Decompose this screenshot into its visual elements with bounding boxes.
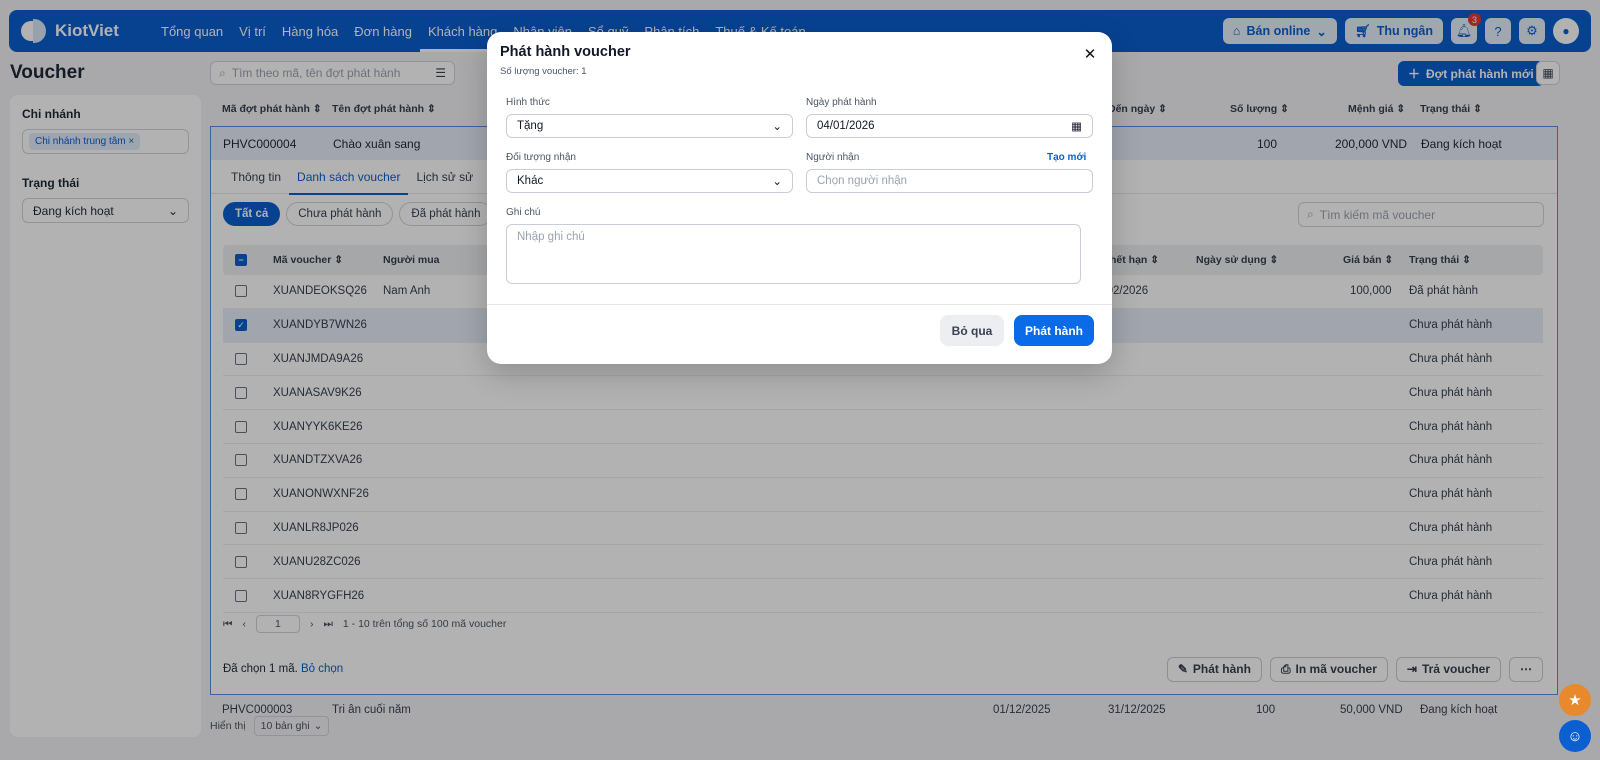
support-fab[interactable]: ☺ [1559, 720, 1591, 752]
note-placeholder: Nhập ghi chú [517, 231, 585, 243]
create-recipient-link[interactable]: Tạo mới [1047, 152, 1086, 163]
modal-divider [487, 304, 1112, 305]
recipient-placeholder: Chọn người nhận [817, 175, 908, 187]
modal-subtitle: Số lượng voucher: 1 [500, 66, 587, 77]
note-textarea[interactable]: Nhập ghi chú [506, 224, 1081, 284]
chevron-down-icon: ⌄ [772, 121, 782, 133]
chevron-down-icon: ⌄ [772, 176, 782, 188]
issue-date-input[interactable]: 04/01/2026 ▦ [806, 114, 1093, 138]
note-label: Ghi chú [506, 207, 541, 218]
recipient-label: Người nhận [806, 152, 860, 163]
form-type-value: Tặng [517, 120, 544, 132]
cancel-button[interactable]: Bỏ qua [940, 315, 1004, 346]
star-icon: ★ [1568, 692, 1582, 709]
target-select[interactable]: Khác ⌄ [506, 169, 793, 193]
issue-voucher-modal: Phát hành voucher Số lượng voucher: 1 ✕ … [487, 32, 1112, 364]
calendar-icon[interactable]: ▦ [1071, 119, 1082, 133]
issue-date-label: Ngày phát hành [806, 97, 877, 108]
target-value: Khác [517, 175, 544, 187]
form-type-label: Hình thức [506, 97, 550, 108]
issue-date-value: 04/01/2026 [817, 120, 875, 132]
support-icon: ☺ [1567, 727, 1583, 745]
modal-title: Phát hành voucher [500, 44, 631, 60]
recipient-input[interactable]: Chọn người nhận [806, 169, 1093, 193]
form-type-select[interactable]: Tặng ⌄ [506, 114, 793, 138]
close-icon[interactable]: ✕ [1080, 44, 1100, 64]
favorite-fab[interactable]: ★ [1559, 684, 1591, 716]
submit-issue-button[interactable]: Phát hành [1014, 315, 1094, 346]
target-label: Đối tượng nhận [506, 152, 576, 163]
